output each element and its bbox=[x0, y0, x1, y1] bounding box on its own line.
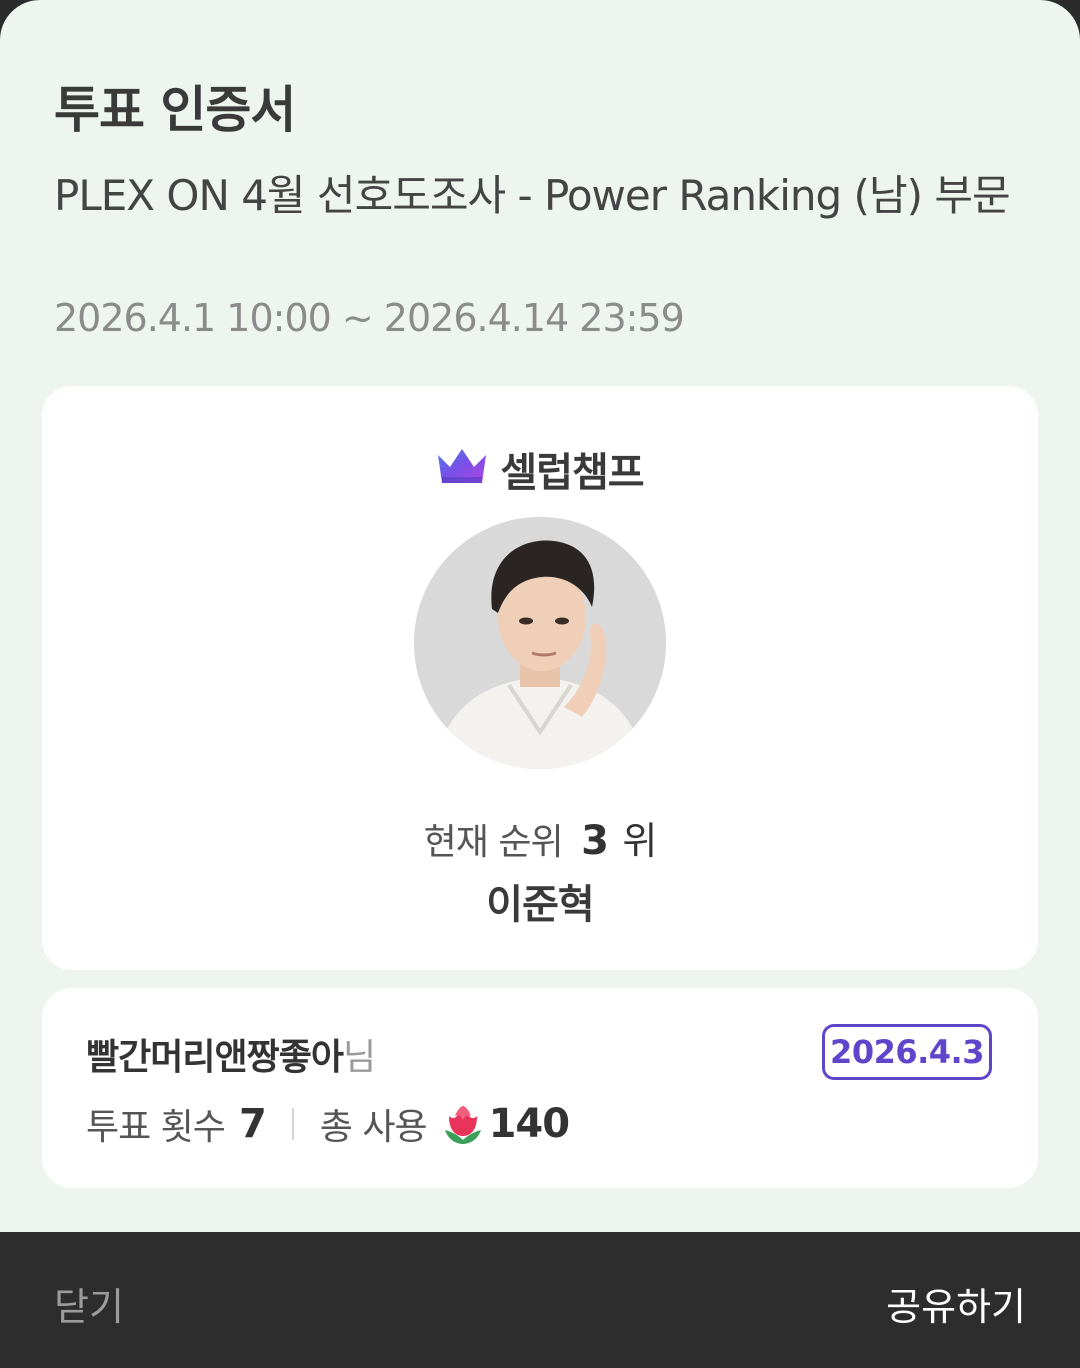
rank-unit: 위 bbox=[622, 819, 657, 863]
voter-name: 빨간머리앤짱좋아님 bbox=[86, 1028, 376, 1080]
crown-icon bbox=[436, 447, 488, 491]
rose-icon bbox=[441, 1102, 485, 1146]
rank-number: 3 bbox=[581, 818, 609, 864]
certificate-sheet: 투표 인증서 PLEX ON 4월 선호도조사 - Power Ranking … bbox=[0, 0, 1080, 1232]
voter-card bbox=[42, 988, 1038, 1188]
close-button[interactable]: 닫기 bbox=[54, 1276, 124, 1331]
brand-name: 셀럽챔프 bbox=[500, 450, 644, 496]
vote-count: 7 bbox=[238, 1101, 267, 1147]
total-used-value: 140 bbox=[488, 1101, 570, 1147]
stats-divider bbox=[291, 1108, 294, 1140]
vote-count-label: 투표 횟수 bbox=[86, 1107, 226, 1148]
celeb-avatar bbox=[414, 517, 666, 769]
rank-label: 현재 순위 bbox=[423, 822, 564, 863]
poll-title: PLEX ON 4월 선호도조사 - Power Ranking (남) 부문 bbox=[54, 171, 1011, 220]
voter-nickname: 빨간머리앤짱좋아 bbox=[86, 1037, 344, 1078]
voter-honorific: 님 bbox=[342, 1037, 376, 1078]
poll-period: 2026.4.1 10:00 ~ 2026.4.14 23:59 bbox=[54, 296, 685, 340]
vote-stats: 투표 횟수 7 총 사용 140 bbox=[86, 1098, 570, 1150]
certificate-title: 투표 인증서 bbox=[54, 81, 296, 139]
total-used-label: 총 사용 bbox=[319, 1107, 428, 1148]
current-rank: 현재 순위 3 위 bbox=[0, 810, 1080, 865]
share-button[interactable]: 공유하기 bbox=[886, 1276, 1026, 1331]
vote-date-badge: 2026.4.3 bbox=[822, 1024, 992, 1080]
celeb-name: 이준혁 bbox=[486, 882, 594, 928]
brand-header: 셀럽챔프 bbox=[0, 440, 1080, 498]
